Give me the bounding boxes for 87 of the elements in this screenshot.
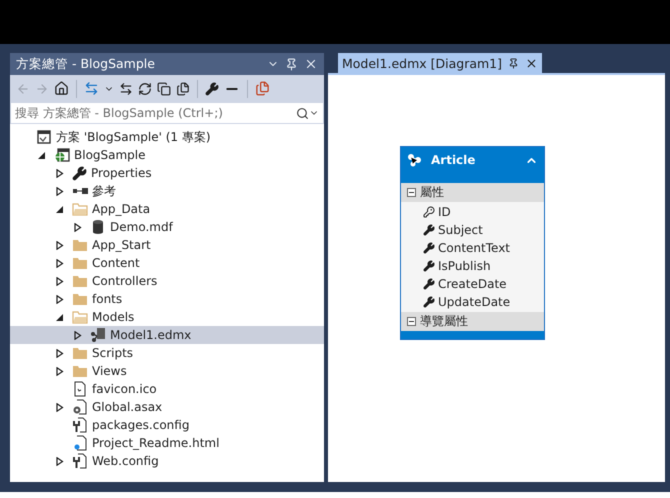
tree-item[interactable]: 方案 'BlogSample' (1 專案) — [10, 128, 324, 146]
tree-item[interactable]: Properties — [10, 164, 324, 182]
tree-item[interactable]: fonts — [10, 290, 324, 308]
database-icon — [90, 219, 106, 235]
tree-item[interactable]: Model1.edmx — [10, 326, 324, 344]
expanded-arrow-icon[interactable] — [56, 204, 64, 214]
folder-icon — [72, 363, 88, 379]
folder-icon — [72, 201, 88, 217]
section-title: 屬性 — [420, 184, 444, 201]
property-item[interactable]: CreateDate — [423, 275, 544, 293]
search-field[interactable]: 搜尋 方案總管 - BlogSample (Ctrl+;) — [10, 102, 324, 124]
entity-name: Article — [431, 153, 476, 167]
folder-icon — [72, 255, 88, 271]
sync-icon[interactable] — [84, 81, 99, 96]
tree-item[interactable]: Controllers — [10, 272, 324, 290]
folder-icon — [72, 291, 88, 307]
tree-item[interactable]: Web.config — [10, 452, 324, 470]
property-item[interactable]: UpdateDate — [423, 293, 544, 311]
expanded-arrow-icon[interactable] — [38, 150, 46, 160]
image-file-icon — [72, 381, 88, 397]
folder-icon — [72, 273, 88, 289]
collapsed-arrow-icon[interactable] — [56, 294, 64, 304]
key-icon — [423, 206, 435, 218]
section-title: 導覽屬性 — [420, 313, 468, 330]
tree-item[interactable]: Scripts — [10, 344, 324, 362]
html-file-icon — [72, 435, 88, 451]
folder-icon — [72, 237, 88, 253]
collapsed-arrow-icon[interactable] — [56, 276, 64, 286]
wrench-icon — [423, 296, 435, 308]
collapsed-arrow-icon[interactable] — [56, 186, 64, 196]
tree-item[interactable]: Demo.mdf — [10, 218, 324, 236]
search-icon[interactable] — [296, 106, 309, 120]
tree-item[interactable]: Models — [10, 308, 324, 326]
tree-item[interactable]: Global.asax — [10, 398, 324, 416]
home-icon[interactable] — [54, 81, 69, 96]
collapsed-arrow-icon[interactable] — [56, 258, 64, 268]
section-header[interactable]: 屬性 — [401, 183, 544, 202]
property-item[interactable]: ID — [423, 203, 544, 221]
config-file-icon — [72, 417, 88, 433]
property-item[interactable]: Subject — [423, 221, 544, 239]
collapsed-arrow-icon[interactable] — [56, 240, 64, 250]
view-icon[interactable] — [255, 81, 270, 96]
wrench-icon — [423, 242, 435, 254]
tree-item[interactable]: Views — [10, 362, 324, 380]
wrench-icon — [72, 166, 87, 180]
entity-model-icon — [90, 327, 106, 343]
collapse-all-icon[interactable] — [157, 82, 171, 96]
gear-file-icon — [72, 399, 88, 415]
config-file-icon — [72, 453, 88, 469]
collapsed-arrow-icon[interactable] — [56, 348, 64, 358]
tree-item[interactable]: favicon.ico — [10, 380, 324, 398]
tree-item[interactable]: 參考 — [10, 182, 324, 200]
collapsed-arrow-icon[interactable] — [56, 168, 64, 178]
solution-icon — [36, 129, 52, 145]
property-item[interactable]: IsPublish — [423, 257, 544, 275]
property-item[interactable]: ContentText — [423, 239, 544, 257]
collapsed-arrow-icon[interactable] — [74, 330, 82, 340]
tree-item[interactable]: App_Start — [10, 236, 324, 254]
collapse-icon[interactable] — [407, 317, 416, 326]
show-all-files-icon[interactable] — [176, 82, 190, 96]
expanded-arrow-icon[interactable] — [56, 312, 64, 322]
collapsed-arrow-icon[interactable] — [56, 456, 64, 466]
wrench-icon — [423, 278, 435, 290]
project-icon — [54, 147, 70, 163]
collapsed-arrow-icon[interactable] — [56, 402, 64, 412]
collapsed-arrow-icon[interactable] — [56, 366, 64, 376]
collapse-icon[interactable] — [407, 188, 416, 197]
entity-icon — [407, 153, 423, 167]
wrench-icon[interactable] — [205, 82, 219, 96]
folder-icon — [72, 309, 88, 325]
wrench-icon — [423, 260, 435, 272]
close-icon[interactable] — [525, 56, 538, 70]
wrench-icon — [423, 224, 435, 236]
tree-item[interactable]: App_Data — [10, 200, 324, 218]
tree-item[interactable]: packages.config — [10, 416, 324, 434]
close-icon[interactable] — [304, 57, 318, 71]
panel-title: 方案總管 - BlogSample — [16, 56, 156, 72]
tree-item[interactable]: Content — [10, 254, 324, 272]
collapsed-arrow-icon[interactable] — [74, 222, 82, 232]
refresh-icon[interactable] — [138, 82, 152, 96]
tree-item[interactable]: Project_Readme.html — [10, 434, 324, 452]
pin-icon[interactable] — [285, 58, 298, 70]
pin-icon[interactable] — [508, 58, 520, 68]
section-header[interactable]: 導覽屬性 — [401, 312, 544, 331]
swap-icon[interactable] — [119, 82, 133, 96]
document-tab[interactable]: Model1.edmx [Diagram1] — [338, 53, 542, 73]
tree-item[interactable]: BlogSample — [10, 146, 324, 164]
